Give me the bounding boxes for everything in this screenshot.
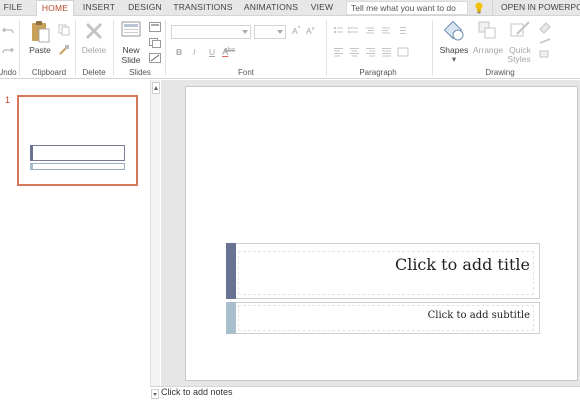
font-size-combo[interactable] xyxy=(254,25,286,39)
group-label-drawing: Drawing xyxy=(485,68,515,77)
layout-icon[interactable] xyxy=(149,22,161,32)
group-label-delete: Delete xyxy=(82,68,106,77)
shapes-icon[interactable] xyxy=(442,19,466,43)
slide-number: 1 xyxy=(5,95,11,105)
thumbnail-scrollbar[interactable] xyxy=(150,80,160,400)
thumbnail-subtitle-placeholder xyxy=(30,163,125,170)
arrange-icon[interactable] xyxy=(477,20,497,40)
group-label-undo: Undo xyxy=(0,68,17,77)
group-label-clipboard: Clipboard xyxy=(31,68,67,77)
tab-animations[interactable]: ANIMATIONS xyxy=(240,0,302,16)
title-placeholder-text[interactable]: Click to add title xyxy=(300,255,530,274)
copy-icon[interactable] xyxy=(58,24,70,36)
font-family-combo[interactable] xyxy=(171,25,251,39)
tab-file[interactable]: FILE xyxy=(0,0,26,16)
ribbon: Undo Paste Clipboard Delete Delete New S… xyxy=(0,16,580,79)
redo-icon[interactable] xyxy=(2,44,14,56)
group-separator xyxy=(326,20,327,76)
chevron-down-icon xyxy=(242,30,248,34)
shape-format-icons[interactable] xyxy=(538,21,554,61)
notes-toggle-icon[interactable] xyxy=(151,389,159,399)
format-painter-icon[interactable] xyxy=(58,44,70,56)
chevron-down-icon: ▾ xyxy=(451,54,457,64)
new-slide-icon[interactable] xyxy=(121,21,141,39)
notes-placeholder-text[interactable]: Click to add notes xyxy=(161,387,233,397)
undo-icon[interactable] xyxy=(2,24,14,36)
shrink-font-icon[interactable]: Av xyxy=(306,26,315,36)
duplicate-slide-icon[interactable] xyxy=(149,38,161,48)
arrange-button[interactable]: Arrange xyxy=(470,45,506,55)
chevron-down-icon xyxy=(277,30,283,34)
tab-design[interactable]: DESIGN xyxy=(124,0,166,16)
slide-canvas[interactable] xyxy=(185,86,578,381)
new-slide-button-line2[interactable]: Slide xyxy=(117,55,145,65)
delete-icon[interactable] xyxy=(84,21,104,41)
lightbulb-icon xyxy=(475,2,483,14)
underline-button[interactable]: U xyxy=(209,47,215,57)
group-label-paragraph: Paragraph xyxy=(359,68,397,77)
group-separator xyxy=(113,20,114,76)
thumbnail-title-placeholder xyxy=(30,145,125,161)
group-label-font: Font xyxy=(237,68,254,77)
new-slide-button-line1[interactable]: New xyxy=(117,45,145,55)
scroll-up-icon[interactable] xyxy=(152,82,160,94)
subtitle-placeholder-text[interactable]: Click to add subtitle xyxy=(330,310,530,321)
title-accent-bar xyxy=(226,243,236,299)
italic-button[interactable]: I xyxy=(193,47,195,57)
slide-thumbnail[interactable] xyxy=(17,95,138,186)
tab-transitions[interactable]: TRANSITIONS xyxy=(172,0,234,16)
tab-view[interactable]: VIEW xyxy=(308,0,336,16)
delete-button[interactable]: Delete xyxy=(79,45,109,55)
hide-slide-icon[interactable] xyxy=(149,53,161,63)
group-separator xyxy=(165,20,166,76)
paste-icon[interactable] xyxy=(30,20,50,44)
grow-font-icon[interactable]: A^ xyxy=(292,26,301,36)
group-separator xyxy=(432,20,433,76)
tab-insert[interactable]: INSERT xyxy=(80,0,118,16)
bold-button[interactable]: B xyxy=(176,47,182,57)
font-color-button[interactable]: A xyxy=(222,47,228,58)
group-separator xyxy=(75,20,76,76)
tell-me-input[interactable]: Tell me what you want to do xyxy=(346,1,468,15)
subtitle-accent-bar xyxy=(226,302,236,334)
alignment-controls-icon[interactable] xyxy=(334,47,424,57)
open-in-powerpoint-button[interactable]: OPEN IN POWERPOINT xyxy=(492,0,580,16)
list-controls-icon[interactable] xyxy=(334,26,424,36)
paste-button[interactable]: Paste xyxy=(26,45,54,55)
group-label-slides: Slides xyxy=(129,68,151,77)
tab-home[interactable]: HOME xyxy=(36,0,74,17)
group-separator xyxy=(19,20,20,76)
ribbon-tabs: FILE HOME INSERT DESIGN TRANSITIONS ANIM… xyxy=(0,0,580,17)
quick-styles-icon[interactable] xyxy=(509,20,531,40)
quick-styles-button-line2[interactable]: Styles xyxy=(502,54,536,64)
